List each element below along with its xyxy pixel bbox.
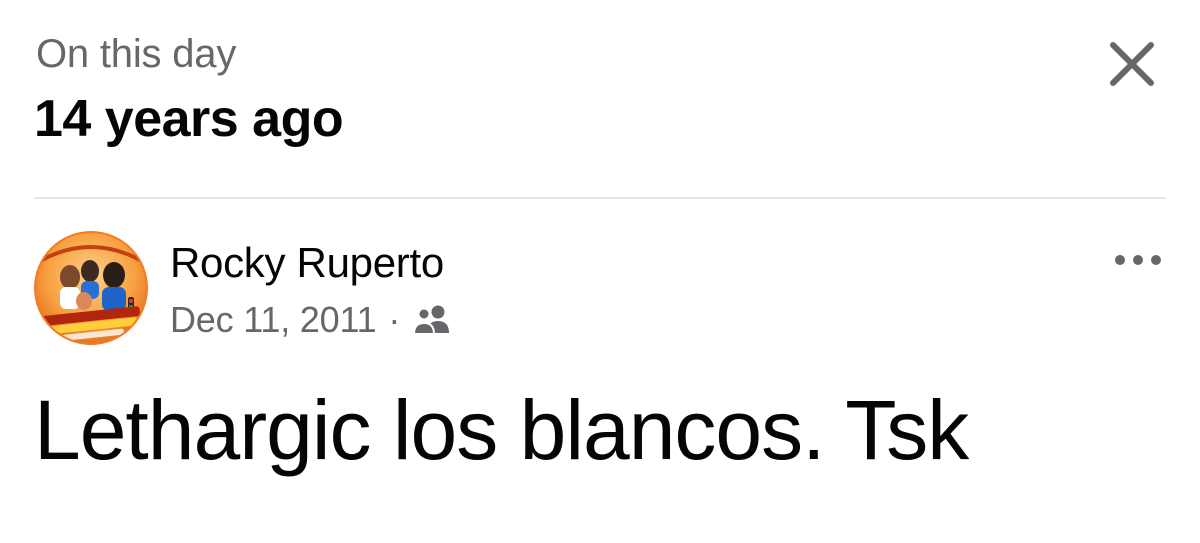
- close-button[interactable]: [1100, 32, 1164, 96]
- meta-separator: ·: [388, 299, 401, 340]
- more-options-button[interactable]: [1108, 240, 1168, 280]
- friends-icon: [412, 300, 452, 340]
- post-meta: Dec 11, 2011 ·: [170, 298, 452, 342]
- memory-title: 14 years ago: [34, 90, 344, 148]
- memory-kicker: On this day: [36, 32, 237, 76]
- close-icon: [1110, 42, 1154, 86]
- more-horizontal-icon: [1115, 255, 1161, 265]
- post-date[interactable]: Dec 11, 2011: [170, 298, 377, 342]
- avatar[interactable]: [34, 231, 148, 345]
- author-name[interactable]: Rocky Ruperto: [170, 238, 444, 288]
- memory-card: On this day 14 years ago Rocky Ruperto D…: [0, 0, 1200, 543]
- profile-picture: [34, 231, 148, 345]
- divider: [34, 197, 1166, 199]
- post-text: Lethargic los blancos. Tsk: [34, 383, 969, 477]
